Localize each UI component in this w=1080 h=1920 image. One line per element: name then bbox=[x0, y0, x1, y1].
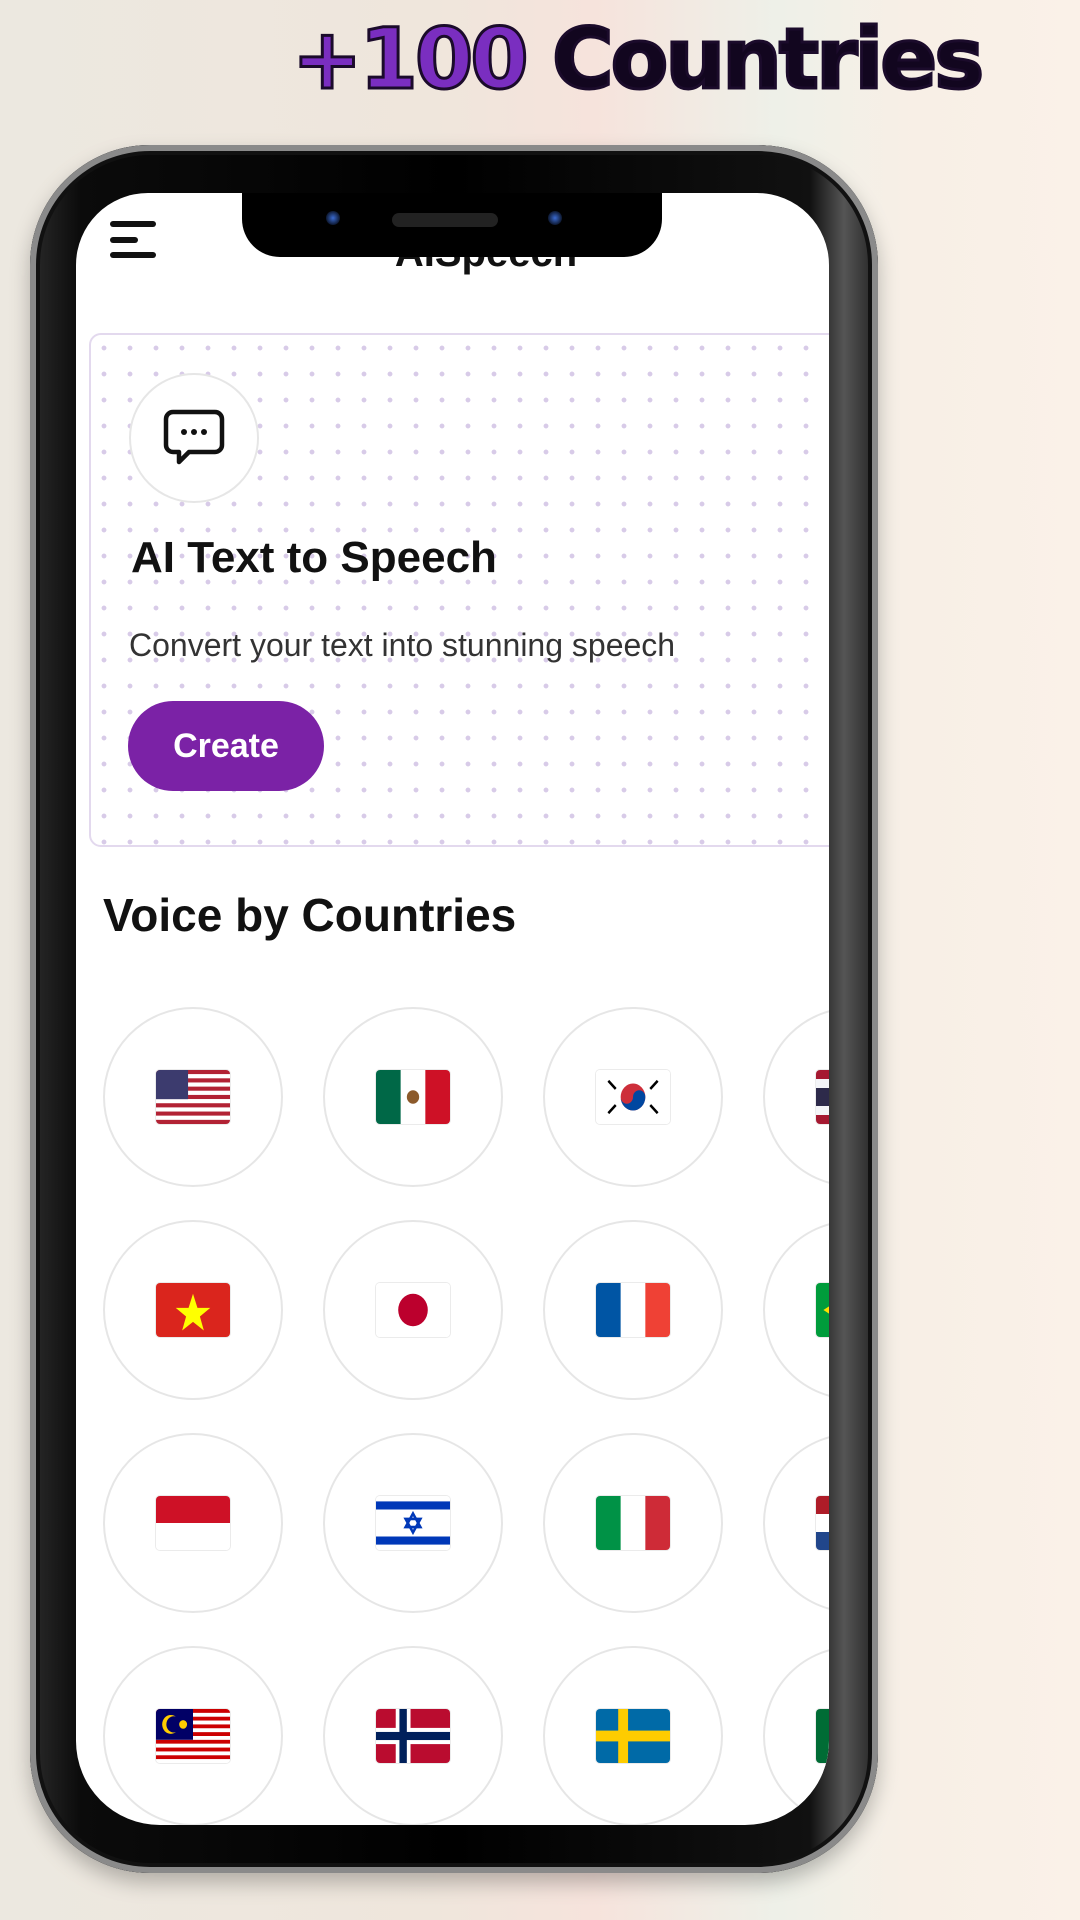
country-item-us[interactable] bbox=[103, 1007, 283, 1187]
phone-notch bbox=[242, 193, 662, 257]
flag-it-icon bbox=[596, 1496, 670, 1550]
flag-id-icon bbox=[156, 1496, 230, 1550]
flag-us-icon bbox=[156, 1070, 230, 1124]
flag-no-icon bbox=[376, 1709, 450, 1763]
card-subtitle: Convert your text into stunning speech bbox=[129, 627, 676, 663]
country-item-id[interactable] bbox=[103, 1433, 283, 1613]
country-item-no[interactable] bbox=[323, 1646, 503, 1825]
flag-fr-icon bbox=[596, 1283, 670, 1337]
country-item-il[interactable] bbox=[323, 1433, 503, 1613]
chat-icon-circle bbox=[129, 373, 259, 503]
tts-feature-card: AI Text to Speech Convert your text into… bbox=[89, 333, 829, 847]
camera-icon bbox=[326, 211, 340, 225]
flag-nl-icon bbox=[816, 1496, 829, 1550]
country-item-my[interactable] bbox=[103, 1646, 283, 1825]
country-item-it[interactable] bbox=[543, 1433, 723, 1613]
country-item-jp[interactable] bbox=[323, 1220, 503, 1400]
flag-my-icon bbox=[156, 1709, 230, 1763]
country-item-th[interactable] bbox=[763, 1007, 829, 1187]
speaker-grille bbox=[392, 213, 498, 227]
section-title: Voice by Countries bbox=[103, 889, 517, 941]
flag-br-icon bbox=[816, 1283, 829, 1337]
flag-vn-icon bbox=[156, 1283, 230, 1337]
flag-mx-icon bbox=[376, 1070, 450, 1124]
flag-jp-icon bbox=[376, 1283, 450, 1337]
country-item-vn[interactable] bbox=[103, 1220, 283, 1400]
flag-il-icon bbox=[376, 1496, 450, 1550]
country-item-kr[interactable] bbox=[543, 1007, 723, 1187]
country-item-nl[interactable] bbox=[763, 1433, 829, 1613]
sensor-icon bbox=[548, 211, 562, 225]
hamburger-menu-icon[interactable] bbox=[110, 221, 158, 259]
country-item-sa[interactable] bbox=[763, 1646, 829, 1825]
promo-headline: +100 Countries bbox=[291, 9, 986, 110]
card-title: AI Text to Speech bbox=[131, 533, 497, 582]
flag-sa-icon bbox=[816, 1709, 829, 1763]
flag-se-icon bbox=[596, 1709, 670, 1763]
create-button[interactable]: Create bbox=[128, 701, 324, 791]
phone-screen: AISpeech AI Text to Speech Convert your … bbox=[76, 193, 829, 1825]
country-item-br[interactable] bbox=[763, 1220, 829, 1400]
chat-bubble-icon bbox=[163, 409, 225, 465]
country-item-fr[interactable] bbox=[543, 1220, 723, 1400]
country-item-se[interactable] bbox=[543, 1646, 723, 1825]
country-item-mx[interactable] bbox=[323, 1007, 503, 1187]
flag-th-icon bbox=[816, 1070, 829, 1124]
flag-kr-icon bbox=[596, 1070, 670, 1124]
